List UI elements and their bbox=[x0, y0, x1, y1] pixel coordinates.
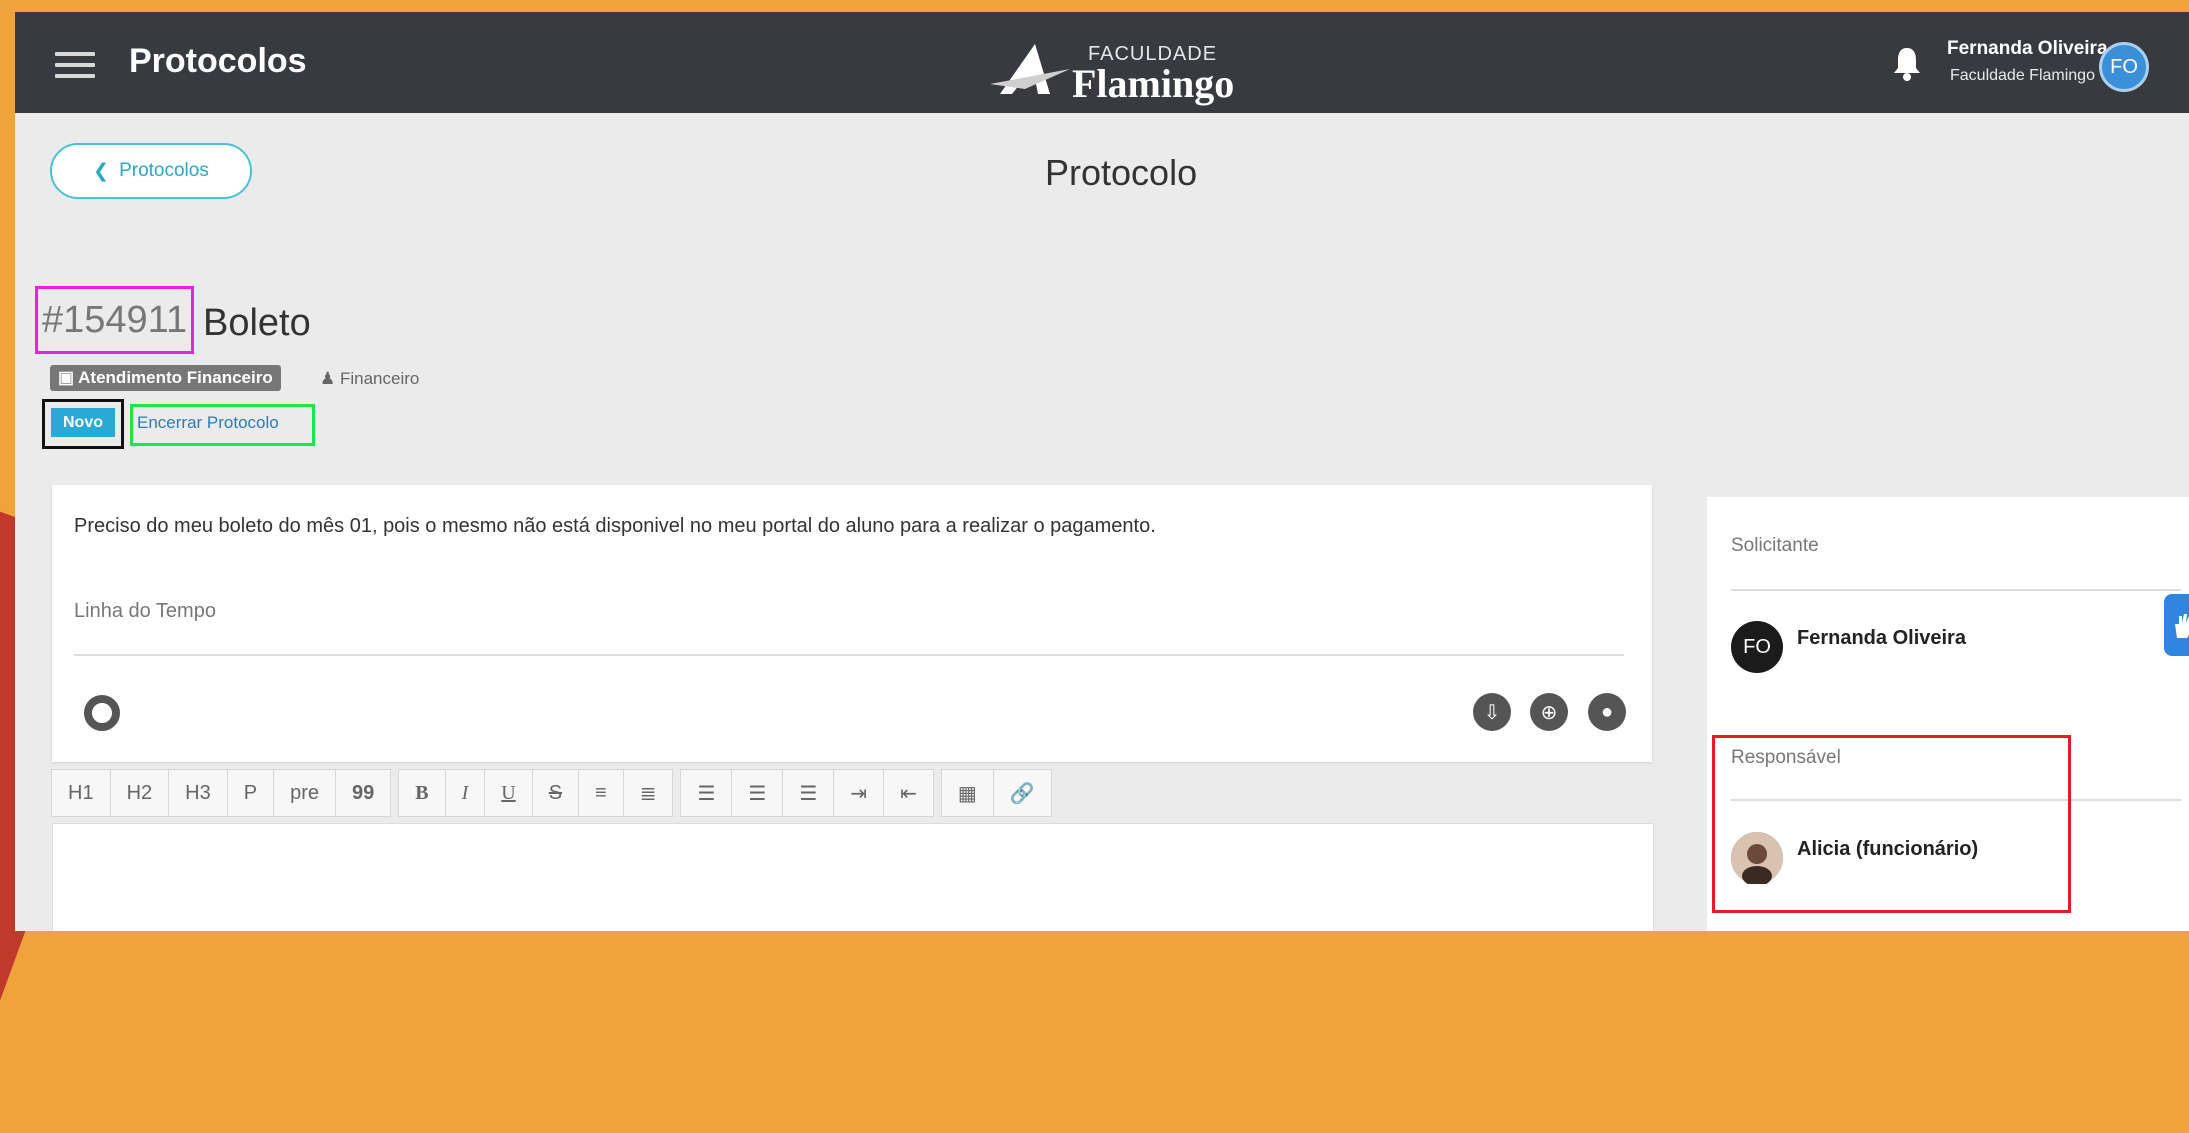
app-title: Protocolos bbox=[129, 42, 307, 80]
quote-button[interactable]: 99 bbox=[334, 769, 392, 817]
accessibility-button[interactable] bbox=[2164, 594, 2189, 656]
requester-avatar: FO bbox=[1731, 621, 1783, 673]
circle-status-icon bbox=[84, 695, 120, 731]
pre-button[interactable]: pre bbox=[273, 769, 336, 817]
editor-textarea[interactable] bbox=[52, 823, 1654, 931]
h2-button[interactable]: H2 bbox=[109, 769, 170, 817]
strikethrough-button[interactable]: S bbox=[531, 769, 580, 817]
protocol-number: #154911 bbox=[35, 286, 195, 354]
category-badge: ▣ Atendimento Financeiro bbox=[50, 365, 281, 391]
hand-icon bbox=[2175, 614, 2189, 638]
protocol-card: Preciso do meu boleto do mês 01, pois o … bbox=[52, 485, 1652, 762]
protocol-description: Preciso do meu boleto do mês 01, pois o … bbox=[74, 515, 1156, 537]
sector-label: ♟ Financeiro bbox=[320, 369, 419, 389]
flamingo-logo-icon bbox=[990, 44, 1070, 94]
back-to-protocols-button[interactable]: ❮ Protocolos bbox=[50, 143, 252, 199]
responsible-highlight bbox=[1712, 735, 2071, 913]
h3-button[interactable]: H3 bbox=[168, 769, 228, 817]
paragraph-button[interactable]: P bbox=[226, 769, 275, 817]
insert-group: ▦ 🔗 bbox=[940, 769, 1052, 817]
user-organization: Faculdade Flamingo bbox=[1950, 67, 2095, 84]
calendar-icon: ▣ bbox=[58, 368, 75, 387]
align-center-icon[interactable]: ☰ bbox=[731, 769, 784, 817]
protocol-name: Boleto bbox=[203, 302, 311, 344]
image-icon[interactable]: ▦ bbox=[940, 769, 994, 817]
divider bbox=[74, 654, 1624, 656]
crosshair-icon[interactable]: ⊕ bbox=[1530, 693, 1568, 731]
user-icon: ♟ bbox=[320, 369, 336, 388]
bell-icon[interactable] bbox=[1892, 46, 1922, 82]
category-label: Atendimento Financeiro bbox=[78, 368, 273, 387]
logo: FACULDADE Flamingo bbox=[990, 27, 1250, 107]
download-icon[interactable]: ⇩ bbox=[1473, 693, 1511, 731]
close-protocol-link[interactable]: Encerrar Protocolo bbox=[130, 404, 315, 446]
comment-icon[interactable]: ● bbox=[1588, 693, 1626, 731]
requester-name: Fernanda Oliveira bbox=[1797, 627, 1966, 649]
status-badge: Novo bbox=[51, 408, 115, 437]
requester-label: Solicitante bbox=[1731, 535, 1819, 556]
numbered-list-icon[interactable]: ≣ bbox=[622, 769, 674, 817]
back-button-label: Protocolos bbox=[119, 160, 209, 181]
user-avatar[interactable]: FO bbox=[2099, 42, 2149, 92]
align-group: ☰ ☰ ☰ ⇥ ⇤ bbox=[680, 769, 934, 817]
timeline-label: Linha do Tempo bbox=[74, 600, 216, 622]
italic-button[interactable]: I bbox=[444, 769, 486, 817]
chevron-left-icon: ❮ bbox=[93, 160, 110, 182]
indent-icon[interactable]: ⇥ bbox=[833, 769, 885, 817]
top-bar: Protocolos FACULDADE Flamingo Fernanda O… bbox=[15, 12, 2189, 113]
bold-button[interactable]: B bbox=[398, 769, 446, 817]
menu-icon[interactable] bbox=[55, 52, 95, 78]
underline-button[interactable]: U bbox=[484, 769, 533, 817]
h1-button[interactable]: H1 bbox=[51, 769, 111, 817]
align-left-icon[interactable]: ☰ bbox=[680, 769, 733, 817]
divider bbox=[1731, 589, 2181, 591]
heading-group: H1 H2 H3 P pre 99 bbox=[51, 769, 392, 817]
link-icon[interactable]: 🔗 bbox=[992, 769, 1052, 817]
editor-toolbar: H1 H2 H3 P pre 99 B I U S ≡ ≣ ☰ ☰ ☰ ⇥ ⇤ … bbox=[51, 769, 1060, 817]
sector-name: Financeiro bbox=[339, 369, 420, 388]
format-group: B I U S ≡ ≣ bbox=[398, 769, 674, 817]
outdent-icon[interactable]: ⇤ bbox=[883, 769, 934, 817]
bullet-list-icon[interactable]: ≡ bbox=[578, 769, 624, 817]
logo-big-text: Flamingo bbox=[1072, 61, 1235, 106]
align-right-icon[interactable]: ☰ bbox=[782, 769, 835, 817]
page-title: Protocolo bbox=[1045, 152, 1198, 193]
app-window: Protocolos FACULDADE Flamingo Fernanda O… bbox=[15, 12, 2189, 931]
status-highlight: Novo bbox=[42, 399, 124, 449]
user-name[interactable]: Fernanda Oliveira bbox=[1947, 38, 2108, 60]
